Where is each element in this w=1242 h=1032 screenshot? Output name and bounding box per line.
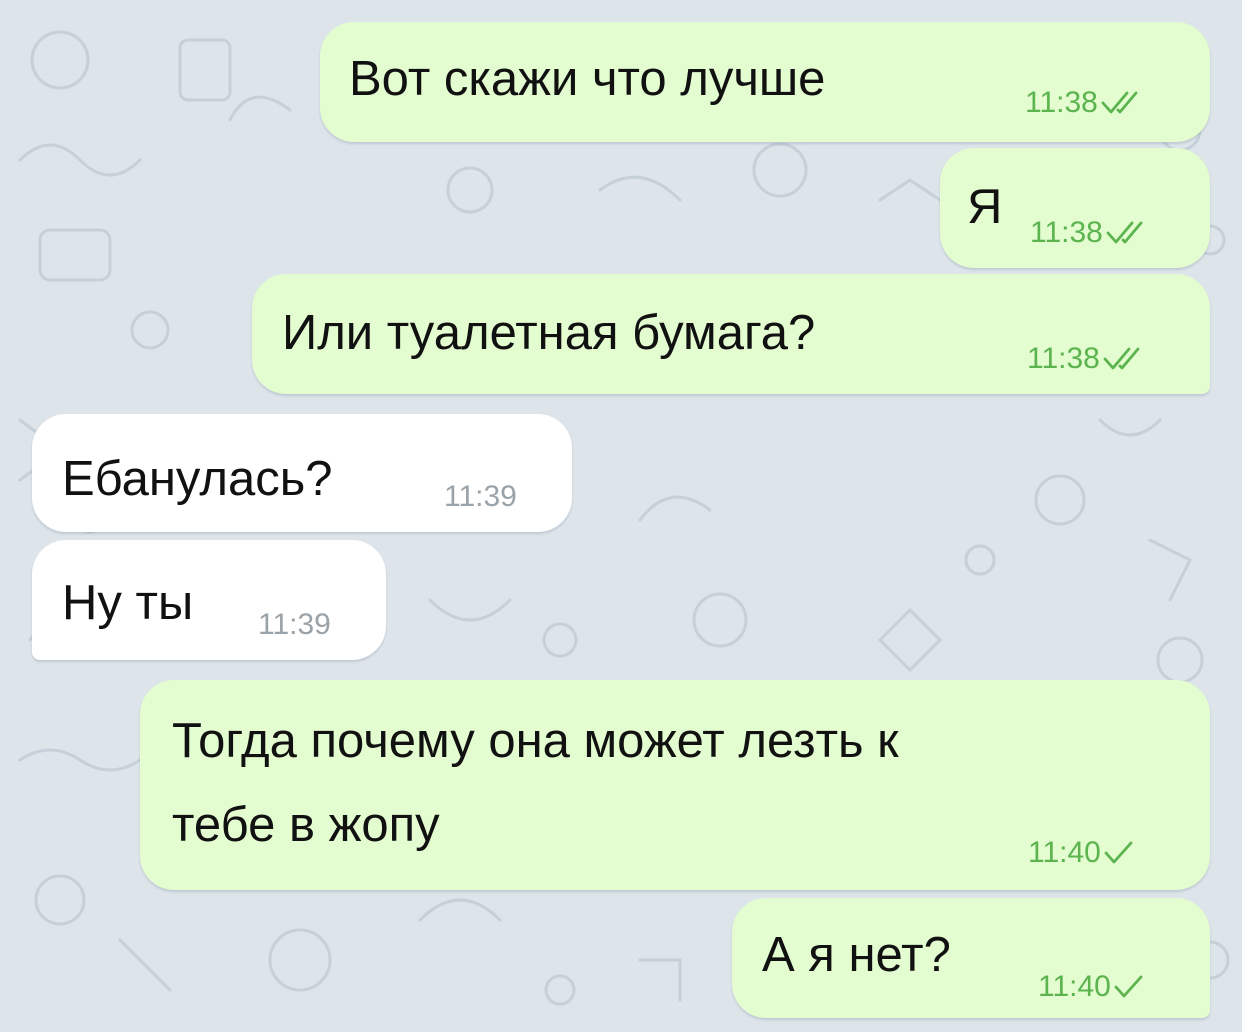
message-bubble-incoming[interactable]: Ебанулась? 11:39 (32, 414, 572, 532)
message-text: Ну ты (62, 576, 194, 630)
message-time: 11:40 (1038, 970, 1111, 1003)
message-time: 11:38 (1027, 342, 1100, 375)
message-meta: 11:38 (1030, 218, 1149, 248)
message-text-line-2: тебе в жопу (172, 798, 440, 852)
check-icon (1104, 841, 1133, 864)
message-bubble-incoming[interactable]: Ну ты 11:39 (32, 540, 386, 660)
message-time: 11:38 (1030, 216, 1103, 249)
double-check-icon (1106, 221, 1143, 244)
message-meta: 11:39 (444, 482, 517, 512)
message-text: Или туалетная бумага? (282, 306, 816, 360)
message-bubble-outgoing[interactable]: Тогда почему она может лезть к тебе в жо… (140, 680, 1210, 890)
message-text: А я нет? (762, 928, 951, 982)
message-time: 11:40 (1028, 836, 1101, 869)
message-text: Я (967, 180, 1003, 234)
message-text: Ебанулась? (62, 452, 333, 506)
message-bubble-outgoing[interactable]: Или туалетная бумага? 11:38 (252, 274, 1210, 394)
message-time: 11:39 (444, 480, 517, 513)
double-check-icon (1101, 91, 1138, 114)
check-icon (1114, 975, 1143, 998)
double-check-icon (1103, 347, 1140, 370)
message-bubble-outgoing[interactable]: А я нет? 11:40 (732, 898, 1210, 1018)
message-meta: 11:38 (1027, 344, 1146, 374)
message-time: 11:39 (258, 608, 331, 641)
message-text-line-1: Тогда почему она может лезть к (172, 714, 899, 768)
message-bubble-outgoing[interactable]: Я 11:38 (940, 148, 1210, 268)
message-text: Вот скажи что лучше (349, 52, 826, 106)
message-meta: 11:40 (1028, 838, 1135, 868)
message-meta: 11:39 (258, 610, 331, 640)
message-meta: 11:38 (1025, 88, 1144, 118)
message-bubble-outgoing[interactable]: Вот скажи что лучше 11:38 (320, 22, 1210, 142)
message-time: 11:38 (1025, 86, 1098, 119)
message-meta: 11:40 (1038, 972, 1145, 1002)
